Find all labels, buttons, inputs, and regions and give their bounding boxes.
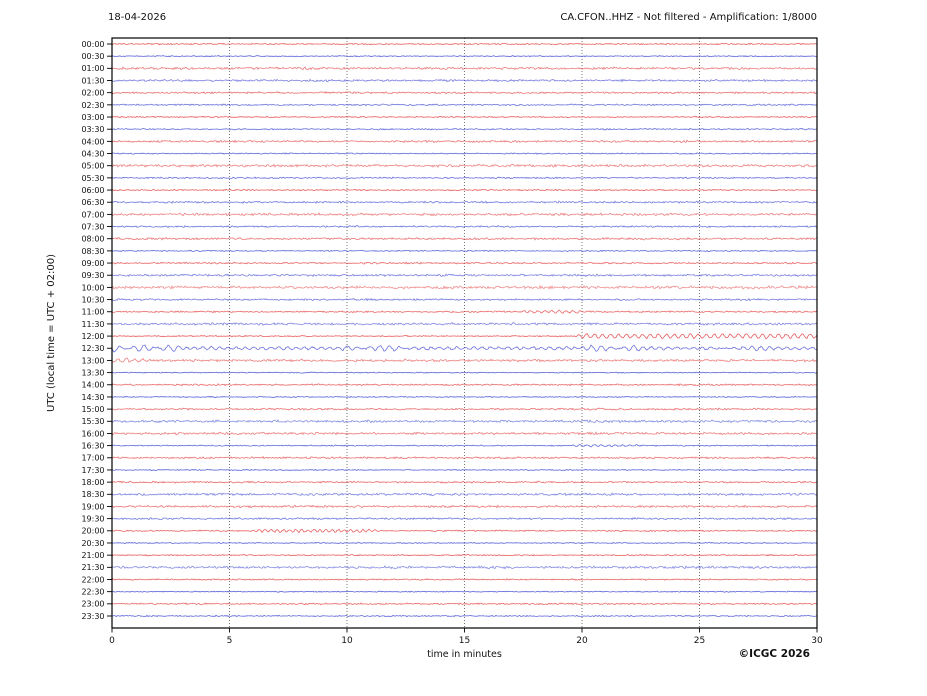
y-tick-label: 14:00: [81, 381, 104, 390]
y-tick-label: 20:30: [81, 539, 104, 548]
seismogram-trace-18:30: [111, 492, 818, 497]
y-tick-label: 23:30: [81, 612, 104, 621]
y-tick-label: 15:30: [81, 417, 104, 426]
y-tick-label: 02:00: [81, 89, 104, 98]
y-tick-label: 18:00: [81, 478, 104, 487]
seismogram-trace-23:30: [111, 614, 818, 618]
y-tick-label: 14:30: [81, 393, 104, 402]
seismogram-trace-04:30: [111, 152, 818, 155]
seismogram-trace-11:00: [111, 309, 818, 314]
seismogram-trace-12:00: [111, 332, 818, 340]
y-tick-label: 12:30: [81, 344, 104, 353]
seismogram-trace-05:30: [111, 176, 818, 180]
seismogram-trace-01:00: [111, 66, 818, 71]
y-tick-label: 08:30: [81, 247, 104, 256]
y-tick-label: 10:00: [81, 283, 104, 292]
y-tick-label: 12:00: [81, 332, 104, 341]
seismogram-trace-14:30: [111, 395, 818, 398]
x-axis-title: time in minutes: [427, 649, 502, 660]
seismogram-trace-23:00: [111, 602, 818, 606]
seismogram-trace-20:00: [111, 528, 818, 534]
y-tick-label: 04:00: [81, 137, 104, 146]
x-tick-label: 5: [227, 636, 233, 646]
y-tick-label: 07:00: [81, 210, 104, 219]
seismogram-trace-11:30: [111, 321, 818, 326]
seismogram-trace-17:00: [111, 456, 818, 460]
y-tick-label: 17:30: [81, 466, 104, 475]
x-tick-label: 0: [109, 636, 115, 646]
y-tick-label: 13:00: [81, 356, 104, 365]
seismogram-trace-15:00: [111, 407, 818, 411]
seismogram-trace-10:00: [111, 284, 818, 290]
seismogram-trace-01:30: [111, 78, 818, 83]
seismogram-trace-09:00: [111, 261, 818, 265]
y-tick-label: 11:30: [81, 320, 104, 329]
seismogram-trace-00:30: [111, 55, 818, 58]
y-tick-label: 22:30: [81, 588, 104, 597]
y-tick-label: 21:30: [81, 563, 104, 572]
x-tick-label: 10: [341, 636, 353, 646]
y-tick-label: 04:30: [81, 149, 104, 158]
y-tick-label: 18:30: [81, 490, 104, 499]
y-tick-label: 06:30: [81, 198, 104, 207]
seismogram-trace-13:30: [111, 371, 818, 374]
y-tick-label: 11:00: [81, 308, 104, 317]
y-tick-label: 13:30: [81, 368, 104, 377]
y-tick-label: 05:30: [81, 174, 104, 183]
y-tick-label: 23:00: [81, 600, 104, 609]
copyright-label: ©ICGC 2026: [738, 648, 810, 660]
y-tick-label: 15:00: [81, 405, 104, 414]
seismogram-trace-06:00: [112, 188, 818, 192]
y-tick-label: 22:00: [81, 575, 104, 584]
y-tick-label: 19:00: [81, 502, 104, 511]
y-tick-label: 21:00: [81, 551, 104, 560]
seismogram-trace-10:30: [111, 297, 818, 302]
y-tick-label: 16:30: [81, 442, 104, 451]
x-tick-label: 15: [459, 636, 470, 646]
y-tick-label: 03:30: [81, 125, 104, 134]
x-tick-label: 20: [576, 636, 588, 646]
seismogram-trace-22:30: [111, 590, 818, 593]
y-tick-label: 00:00: [81, 40, 104, 49]
seismogram-trace-06:30: [111, 200, 818, 204]
y-tick-label: 20:00: [81, 527, 104, 536]
seismogram-trace-08:30: [111, 249, 817, 253]
seismogram-trace-02:30: [112, 103, 818, 107]
x-tick-label: 30: [811, 636, 823, 646]
y-tick-label: 17:00: [81, 454, 104, 463]
y-tick-label: 02:30: [81, 101, 104, 110]
y-tick-label: 00:30: [81, 52, 104, 61]
y-tick-label: 16:00: [81, 429, 104, 438]
seismogram-trace-21:00: [111, 553, 818, 557]
y-tick-label: 08:00: [81, 235, 104, 244]
seismogram-trace-13:00: [111, 357, 818, 363]
y-tick-label: 01:30: [81, 76, 104, 85]
seismogram-plot: 00:00 00:30 01:00 01:30 02:00 02:30 03:00 03:30…: [81, 37, 823, 646]
seismogram-trace-04:00: [111, 139, 818, 144]
y-tick-label: 06:00: [81, 186, 104, 195]
y-tick-label: 19:30: [81, 515, 104, 524]
seismogram-trace-14:00: [111, 383, 817, 387]
seismogram-trace-19:00: [111, 504, 818, 509]
helicorder-page: 18-04-2026 CA.CFON..HHZ - Not filtered -…: [0, 0, 927, 696]
y-tick-label: 07:30: [81, 222, 104, 231]
y-tick-label: 03:00: [81, 113, 104, 122]
y-tick-label: 10:30: [81, 295, 104, 304]
x-tick-label: 25: [694, 636, 705, 646]
seismogram-trace-09:30: [111, 273, 818, 278]
y-tick-label: 09:00: [81, 259, 104, 268]
y-tick-label: 05:00: [81, 162, 104, 171]
y-tick-label: 01:00: [81, 64, 104, 73]
y-tick-label: 09:30: [81, 271, 104, 280]
